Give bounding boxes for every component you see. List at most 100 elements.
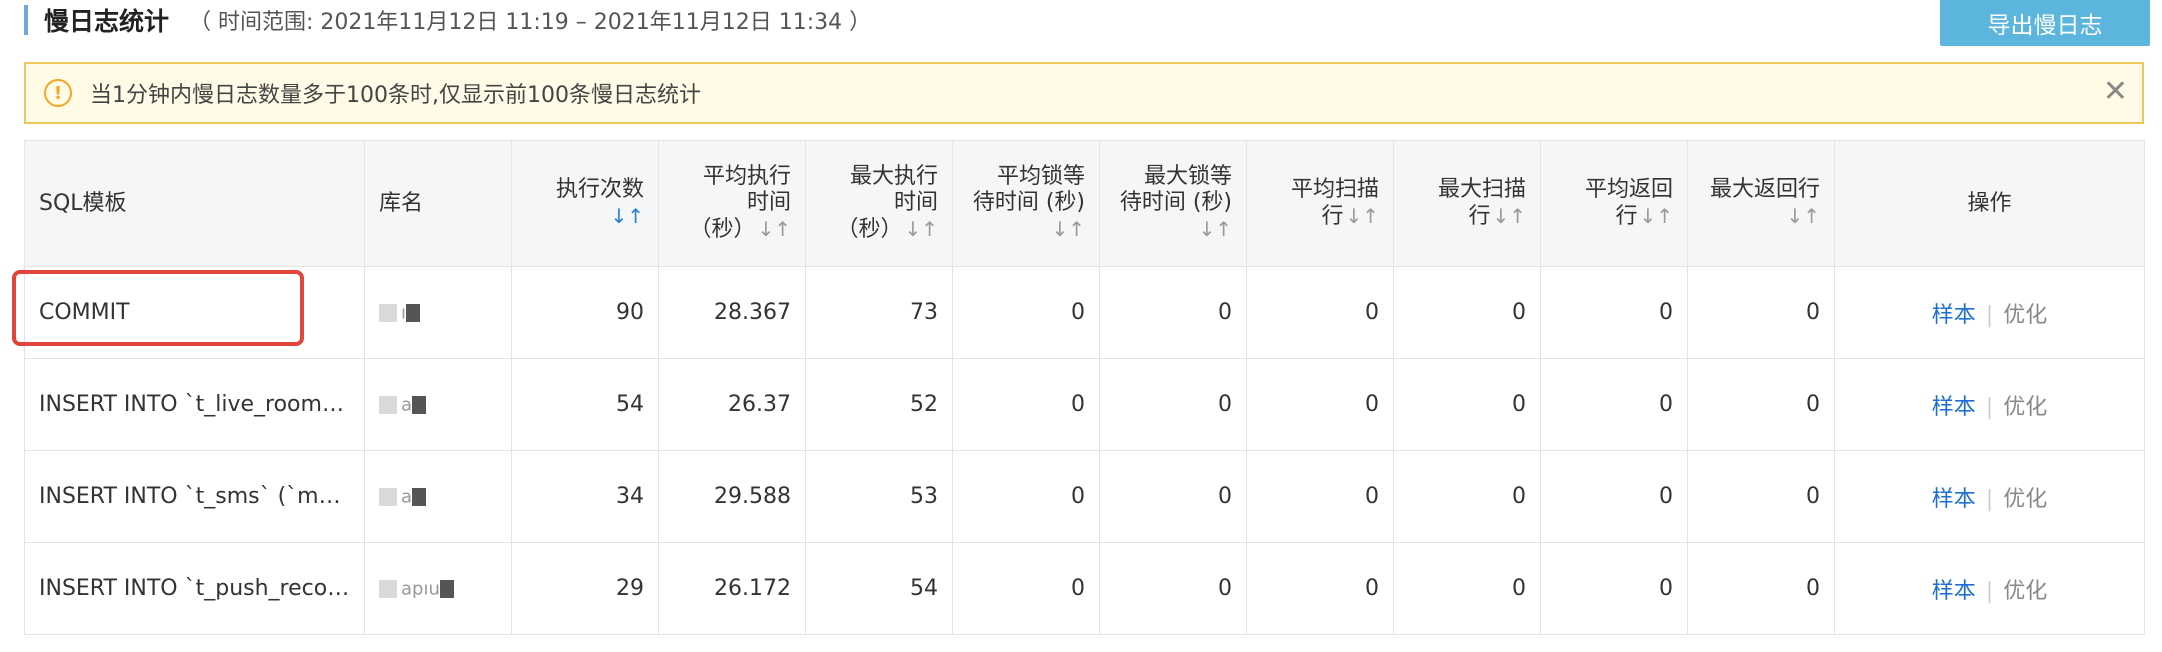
cell-value: 0 (1071, 576, 1085, 601)
redacted-block (379, 488, 397, 506)
cell-value: 0 (1365, 576, 1379, 601)
cell-sql-template: INSERT INTO `t_sms` (`met… (24, 450, 365, 543)
header-max-lock-wait[interactable]: 最大锁等 待时间 (秒) ↓↑ (1099, 140, 1247, 267)
sample-link[interactable]: 样本 (1932, 487, 1976, 512)
sort-icon[interactable]: ↓↑ (610, 204, 644, 228)
sample-link[interactable]: 样本 (1932, 579, 1976, 604)
cell-max-exec: 52 (805, 358, 953, 451)
header-label: 操作 (1967, 190, 2012, 216)
redacted-block (379, 304, 397, 322)
cell-avg-ret: 0 (1540, 450, 1688, 543)
cell-value: 0 (1218, 484, 1232, 509)
cell-db-name: a (364, 358, 512, 451)
header-actions: 操作 (1834, 140, 2145, 267)
optimize-link[interactable]: 优化 (2003, 487, 2047, 512)
cell-value: 0 (1365, 392, 1379, 417)
sort-icon[interactable]: ↓↑ (1051, 217, 1085, 241)
cell-max-scan: 0 (1393, 266, 1541, 359)
action-separator: | (1985, 578, 1994, 604)
warning-icon: ! (44, 79, 72, 107)
cell-value: 0 (1659, 300, 1673, 325)
cell-value: 0 (1659, 392, 1673, 417)
db-name-text: a (401, 394, 413, 416)
table-header-row: SQL模板 库名 执行次数 ↓↑ 平均执行 时间 （秒） ↓↑ 最大执行 时间 （… (24, 140, 2145, 267)
optimize-link[interactable]: 优化 (2003, 395, 2047, 420)
sort-icon[interactable]: ↓↑ (1786, 204, 1820, 228)
redacted-block (379, 396, 397, 414)
header-avg-scan-rows[interactable]: 平均扫描 行 ↓↑ (1246, 140, 1394, 267)
sort-icon[interactable]: ↓↑ (1198, 217, 1232, 241)
sample-link[interactable]: 样本 (1932, 303, 1976, 328)
sql-template-text: INSERT INTO `t_push_recor… (39, 576, 359, 601)
header-label: （秒） (689, 217, 756, 242)
header-sql-template: SQL模板 (24, 140, 365, 267)
cell-max-scan: 0 (1393, 450, 1541, 543)
time-range-text: （ 时间范围: 2021年11月12日 11:19 – 2021年11月12日 … (189, 10, 872, 35)
header-label: 最大执行 (849, 164, 938, 189)
cell-value: 29 (616, 576, 644, 601)
close-icon[interactable]: ✕ (2103, 74, 2128, 110)
sample-link[interactable]: 样本 (1932, 395, 1976, 420)
action-separator: | (1985, 394, 1994, 420)
sort-icon[interactable]: ↓↑ (1492, 204, 1526, 228)
header-max-exec-time[interactable]: 最大执行 时间 （秒） ↓↑ (805, 140, 953, 267)
cell-count: 34 (511, 450, 659, 543)
header-label: 平均执行 (702, 164, 791, 189)
sort-icon[interactable]: ↓↑ (757, 217, 791, 241)
header-label: 执行次数 (555, 177, 644, 202)
cell-value: 26.37 (728, 392, 791, 417)
sort-icon[interactable]: ↓↑ (1345, 204, 1379, 228)
cell-max-scan: 0 (1393, 358, 1541, 451)
cell-actions: 样本 | 优化 (1834, 450, 2145, 543)
header-label: 平均扫描 (1290, 177, 1379, 202)
cell-value: 0 (1512, 484, 1526, 509)
header-avg-lock-wait[interactable]: 平均锁等 待时间 (秒) ↓↑ (952, 140, 1100, 267)
header-label: 行 (1615, 204, 1638, 229)
cell-max-lock: 0 (1099, 358, 1247, 451)
cell-value: 0 (1512, 392, 1526, 417)
sort-icon[interactable]: ↓↑ (1639, 204, 1673, 228)
optimize-link[interactable]: 优化 (2003, 303, 2047, 328)
sort-icon[interactable]: ↓↑ (904, 217, 938, 241)
cell-avg-exec: 26.37 (658, 358, 806, 451)
cell-max-lock: 0 (1099, 542, 1247, 635)
header-label: 最大锁等 (1143, 164, 1232, 189)
header-label: 时间 (746, 190, 791, 215)
redacted-block (406, 304, 421, 322)
cell-avg-scan: 0 (1246, 266, 1394, 359)
cell-count: 90 (511, 266, 659, 359)
cell-avg-lock: 0 (952, 358, 1100, 451)
cell-avg-lock: 0 (952, 542, 1100, 635)
cell-value: 28.367 (714, 300, 791, 325)
header-max-return-rows[interactable]: 最大返回行 ↓↑ (1687, 140, 1835, 267)
cell-actions: 样本 | 优化 (1834, 358, 2145, 451)
optimize-link[interactable]: 优化 (2003, 579, 2047, 604)
page-title: 慢日志统计 (44, 7, 170, 36)
page-header: 慢日志统计 （ 时间范围: 2021年11月12日 11:19 – 2021年1… (24, 0, 871, 40)
cell-avg-lock: 0 (952, 266, 1100, 359)
header-exec-count[interactable]: 执行次数 ↓↑ (511, 140, 659, 267)
header-label: 行 (1468, 204, 1491, 229)
cell-avg-ret: 0 (1540, 542, 1688, 635)
header-avg-exec-time[interactable]: 平均执行 时间 （秒） ↓↑ (658, 140, 806, 267)
cell-value: 0 (1659, 484, 1673, 509)
export-slow-log-button[interactable]: 导出慢日志 (1940, 0, 2150, 46)
cell-value: 54 (616, 392, 644, 417)
cell-value: 34 (616, 484, 644, 509)
table-row: INSERT INTO `t_live_room_… a 54 26.37 52 0 0 0 0… (24, 358, 2145, 451)
header-max-scan-rows[interactable]: 最大扫描 行 ↓↑ (1393, 140, 1541, 267)
header-label: （秒） (836, 217, 903, 242)
cell-value: 0 (1512, 300, 1526, 325)
cell-value: 0 (1365, 300, 1379, 325)
cell-max-lock: 0 (1099, 450, 1247, 543)
cell-max-ret: 0 (1687, 266, 1835, 359)
header-db-name: 库名 (364, 140, 512, 267)
cell-actions: 样本 | 优化 (1834, 542, 2145, 635)
cell-value: 0 (1365, 484, 1379, 509)
cell-avg-scan: 0 (1246, 358, 1394, 451)
cell-value: 53 (910, 484, 938, 509)
action-separator: | (1985, 302, 1994, 328)
header-avg-return-rows[interactable]: 平均返回 行 ↓↑ (1540, 140, 1688, 267)
cell-max-exec: 53 (805, 450, 953, 543)
cell-avg-exec: 29.588 (658, 450, 806, 543)
